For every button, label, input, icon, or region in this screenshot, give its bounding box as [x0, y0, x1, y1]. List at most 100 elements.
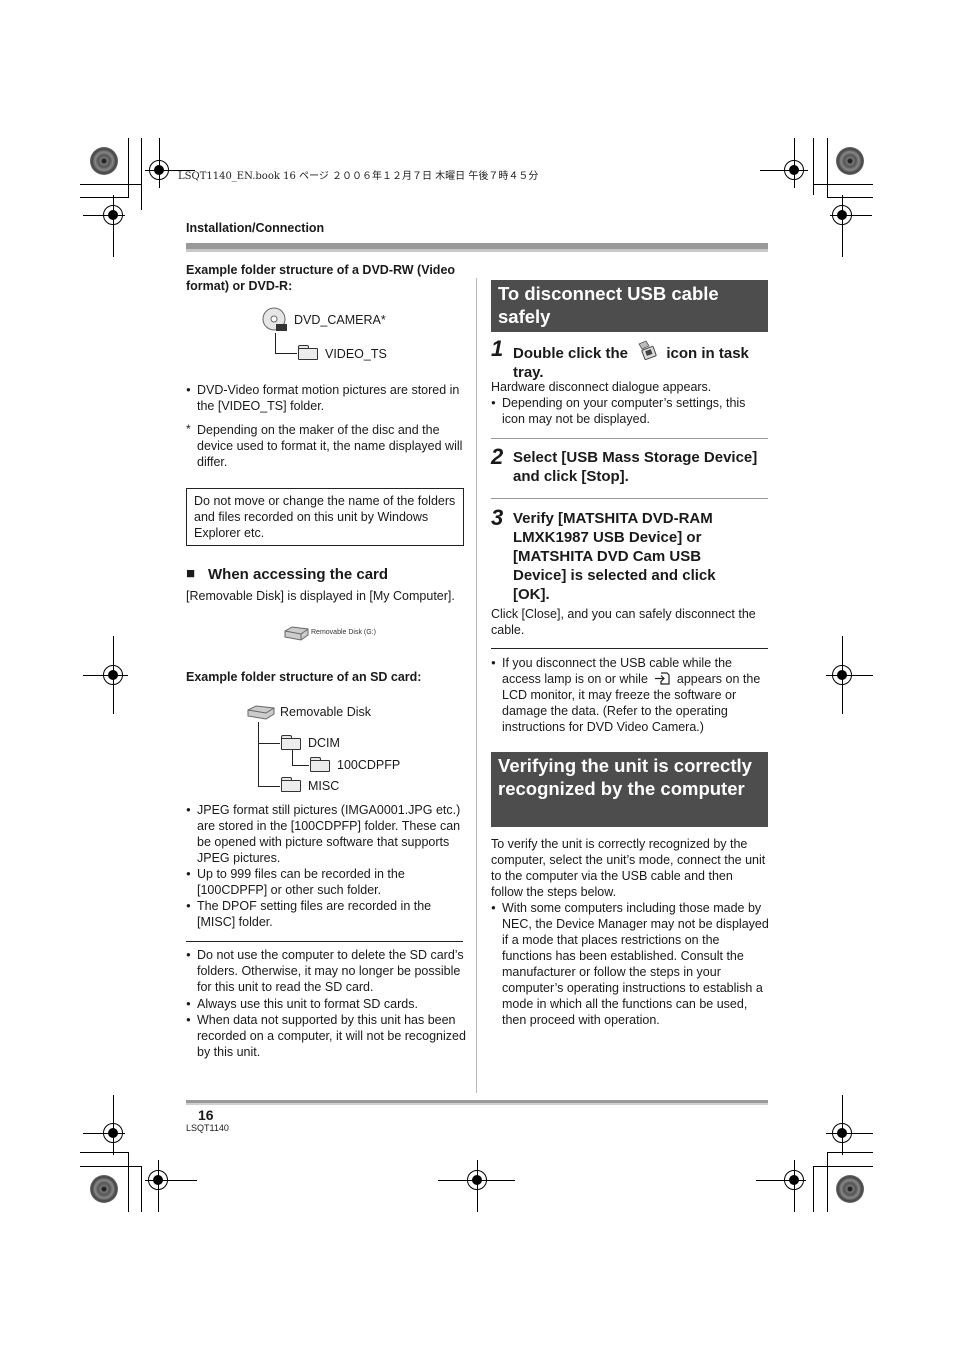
crop-line	[113, 195, 114, 257]
dcim-label: DCIM	[308, 736, 340, 750]
footer-rule-light	[186, 1103, 768, 1105]
crop-line	[830, 215, 872, 216]
sd-bullet: Up to 999 files can be recorded in the […	[186, 866, 467, 898]
crop-line	[145, 1180, 197, 1181]
caution-bullet: Do not use the computer to delete the SD…	[186, 947, 472, 995]
crop-line	[813, 1166, 873, 1167]
crop-line	[83, 675, 128, 676]
dvd-structure-heading: Example folder structure of a DVD-RW (Vi…	[186, 263, 456, 293]
crop-line	[128, 1152, 129, 1212]
drive-icon	[284, 626, 309, 641]
access-icon	[655, 672, 670, 685]
crop-line	[827, 1152, 828, 1212]
crop-line	[158, 1160, 159, 1212]
step-2-text: Select [USB Mass Storage Device] and cli…	[513, 449, 758, 485]
tree-connector	[292, 750, 293, 765]
crop-line	[83, 215, 125, 216]
crop-line	[80, 184, 142, 185]
verify-bullet: With some computers including those made…	[491, 900, 770, 1028]
sd-bullet: The DPOF setting files are recorded in t…	[186, 898, 467, 930]
note-box: Do not move or change the name of the fo…	[186, 488, 464, 546]
crop-line	[756, 1180, 806, 1181]
usb-warning-bullet: If you disconnect the USB cable while th…	[491, 655, 768, 735]
subfolder-label: 100CDPFP	[337, 758, 401, 772]
crop-line	[80, 1152, 128, 1153]
header-rule-light	[186, 249, 768, 252]
crop-line	[128, 138, 129, 198]
crop-line	[813, 184, 873, 185]
crop-line	[794, 138, 795, 188]
step-3-text: Verify [MATSHITA DVD-RAM LMXK1987 USB De…	[513, 510, 716, 603]
crop-line	[477, 1160, 478, 1212]
crop-line	[80, 197, 128, 198]
tree-connector	[275, 353, 297, 354]
tree-connector	[258, 743, 280, 744]
misc-label: MISC	[308, 779, 340, 793]
usb-disconnect-heading: To disconnect USB cable safely	[491, 280, 768, 332]
crop-line	[113, 1095, 114, 1155]
page-number: 16	[198, 1107, 214, 1123]
step-1-text-before: Double click the	[513, 345, 629, 362]
folder-icon	[281, 735, 301, 750]
crop-line	[827, 197, 873, 198]
color-disc-icon	[836, 147, 864, 175]
dvd-child-label: VIDEO_TS	[325, 347, 387, 361]
crop-line	[80, 1166, 142, 1167]
card-heading: When accessing the card	[208, 566, 389, 583]
crop-line	[141, 1166, 142, 1212]
divider-rule	[186, 941, 463, 942]
crop-line	[83, 1133, 125, 1134]
crop-line	[794, 1160, 795, 1212]
sd-root-label: Removable Disk	[280, 705, 372, 719]
footnote-mark: *	[186, 422, 191, 436]
step-3-body: Click [Close], and you can safely discon…	[491, 607, 756, 637]
column-divider	[476, 278, 477, 1093]
step-1-body: Hardware disconnect dialogue appears.	[491, 380, 712, 394]
step-number: 2	[491, 444, 504, 469]
tree-connector	[258, 722, 259, 786]
folder-icon	[298, 345, 318, 360]
step-1-bullet: Depending on your computer’s settings, t…	[491, 395, 768, 427]
step-number: 1	[491, 336, 504, 361]
crop-line	[159, 138, 160, 188]
crop-line	[826, 1133, 873, 1134]
sd-structure-heading: Example folder structure of an SD card:	[186, 670, 422, 684]
drive-icon	[247, 705, 275, 720]
dvd-bullet: DVD-Video format motion pictures are sto…	[186, 382, 467, 414]
verify-heading: Verifying the unit is correctly recogniz…	[491, 752, 768, 827]
sd-bullet: JPEG format still pictures (IMGA0001.JPG…	[186, 802, 467, 866]
square-bullet-icon: ■	[186, 565, 196, 582]
tree-connector	[292, 765, 309, 766]
tree-connector	[275, 333, 276, 353]
dvd-footnote: Depending on the maker of the disc and t…	[197, 423, 463, 469]
crop-line	[842, 1095, 843, 1155]
crop-line	[813, 1166, 814, 1212]
dvd-root-label: DVD_CAMERA*	[294, 313, 386, 327]
step-divider	[491, 438, 768, 439]
crop-line	[141, 138, 142, 210]
color-disc-icon	[90, 147, 118, 175]
crop-line	[827, 138, 828, 198]
step-number: 3	[491, 505, 504, 530]
step-1-text: Double click the icon in task tray.	[513, 340, 768, 382]
crop-line	[826, 675, 873, 676]
crop-line	[438, 1180, 515, 1181]
crop-line	[760, 170, 808, 171]
color-disc-icon	[90, 1175, 118, 1203]
drive-label: Removable Disk (G:)	[311, 629, 376, 636]
tree-connector	[258, 786, 280, 787]
dvd-disc-icon	[262, 307, 287, 331]
section-label: Installation/Connection	[186, 221, 325, 235]
card-text: [Removable Disk] is displayed in [My Com…	[186, 589, 455, 603]
divider-rule	[491, 648, 768, 649]
step-divider	[491, 498, 768, 499]
crop-line	[813, 138, 814, 195]
doc-code: LSQT1140	[186, 1123, 229, 1133]
folder-icon	[310, 757, 330, 772]
safely-remove-hardware-icon	[638, 340, 657, 360]
verify-text: To verify the unit is correctly recogniz…	[491, 837, 766, 899]
print-header: LSQT1140_EN.book 16 ページ ２００６年１２月７日 木曜日 午…	[178, 171, 539, 182]
folder-icon	[281, 777, 301, 792]
crop-line	[842, 195, 843, 257]
crop-line	[827, 1152, 873, 1153]
